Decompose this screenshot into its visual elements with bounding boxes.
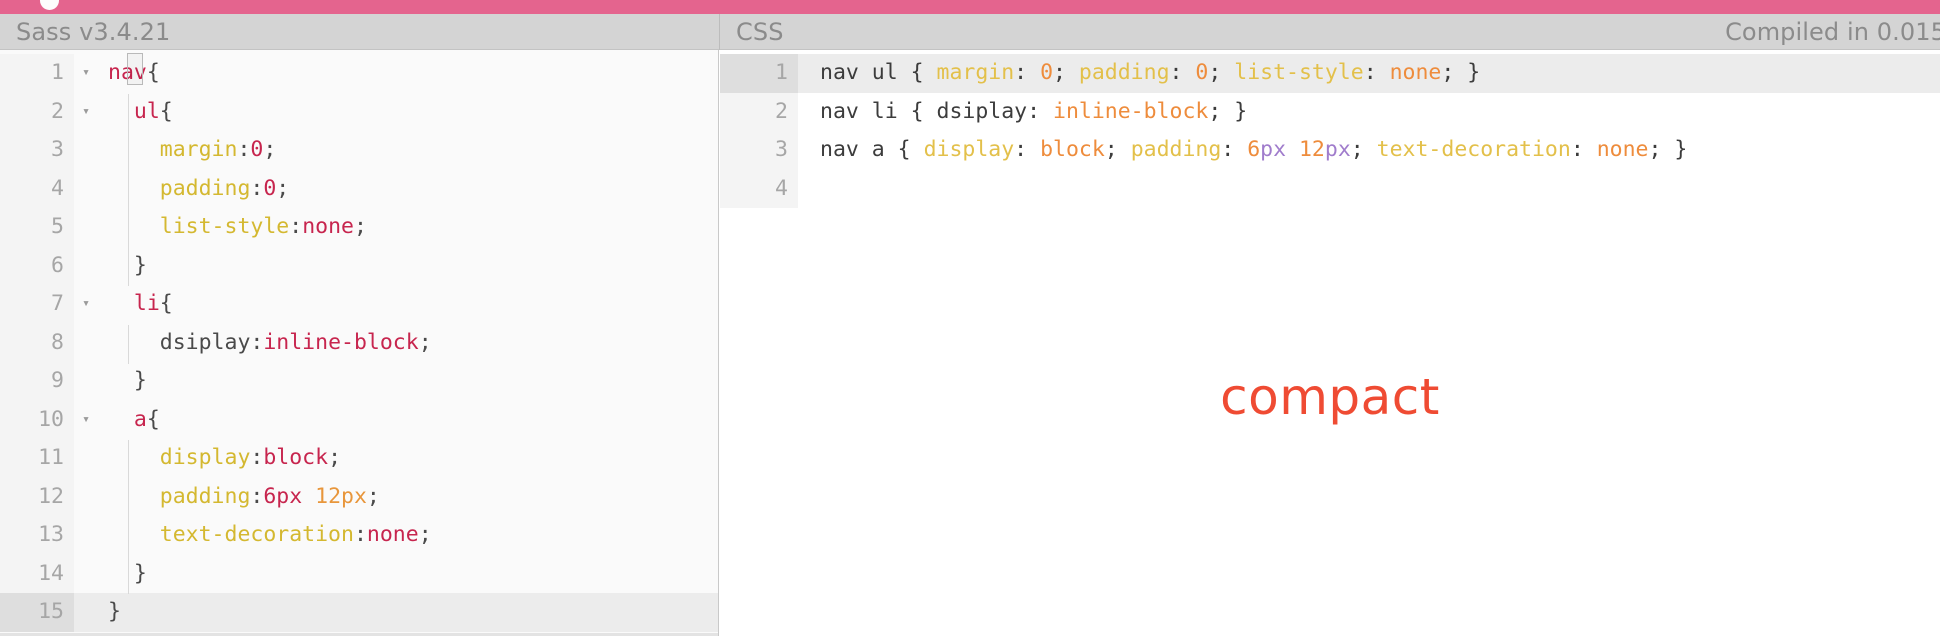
line-number: 2 bbox=[720, 92, 798, 131]
code-line[interactable]: 15} bbox=[0, 593, 719, 632]
code-line-text: } bbox=[133, 368, 147, 393]
code-line[interactable]: 4 padding:0; bbox=[0, 169, 719, 208]
code-line[interactable]: 13 text-decoration:none; bbox=[0, 516, 719, 555]
css-code-area: 1 nav ul { margin: 0; padding: 0; list-st… bbox=[720, 50, 1940, 208]
line-number: 1 bbox=[720, 54, 798, 93]
line-number: 13 bbox=[0, 516, 74, 555]
code-line-text: a{ bbox=[133, 406, 160, 432]
line-number: 6 bbox=[0, 246, 74, 285]
line-number: 12 bbox=[0, 477, 74, 516]
line-number: 5 bbox=[0, 208, 74, 247]
code-line[interactable]: 6 } bbox=[0, 246, 719, 285]
indent-guide bbox=[128, 440, 129, 594]
code-line-text: } bbox=[133, 560, 147, 586]
code-line-text: nav{ bbox=[108, 60, 160, 85]
line-number: 3 bbox=[720, 131, 798, 170]
code-line[interactable]: 1 nav ul { margin: 0; padding: 0; list-st… bbox=[720, 54, 1940, 93]
indent-guide bbox=[128, 94, 129, 286]
line-number: 4 bbox=[720, 169, 798, 208]
code-line-text: li{ bbox=[133, 291, 173, 316]
code-line-text: nav li { dsiplay: inline-block; } bbox=[820, 98, 1248, 124]
code-line[interactable]: 1 ▾ nav{ bbox=[0, 54, 719, 93]
code-line[interactable]: 2 ▾ ul{ bbox=[0, 92, 719, 132]
code-line[interactable]: 3 margin:0; bbox=[0, 131, 719, 170]
line-number: 15 bbox=[0, 593, 74, 632]
line-number: 11 bbox=[0, 439, 74, 478]
code-line-text: padding:0; bbox=[159, 175, 290, 201]
code-line-text: margin:0; bbox=[159, 137, 277, 162]
editors-area: 1 ▾ nav{2 ▾ ul{3 margin:0; 4 padding:0; 5 lis… bbox=[0, 50, 1940, 636]
line-number: 14 bbox=[0, 554, 74, 593]
header-divider bbox=[719, 14, 720, 50]
sass-playground-app: Sass v3.4.21 CSS Compiled in 0.015 1 ▾ nav… bbox=[0, 0, 1940, 636]
line-number: 7 bbox=[0, 285, 74, 324]
line-number: 2 bbox=[0, 92, 74, 131]
brand-bar bbox=[0, 0, 1940, 14]
sass-code-area[interactable]: 1 ▾ nav{2 ▾ ul{3 margin:0; 4 padding:0; 5 lis… bbox=[0, 50, 719, 632]
circle-logo-icon bbox=[40, 0, 59, 10]
code-line-text: } bbox=[108, 599, 121, 624]
fold-arrow-icon[interactable]: ▾ bbox=[74, 285, 98, 324]
code-line-text: list-style:none; bbox=[159, 214, 367, 239]
code-line[interactable]: 11 display:block; bbox=[0, 439, 719, 478]
code-line-text: padding:6px 12px; bbox=[159, 483, 380, 509]
compile-status-label: Compiled in 0.015 bbox=[1725, 18, 1940, 46]
panel-header-bar: Sass v3.4.21 CSS Compiled in 0.015 bbox=[0, 14, 1940, 50]
line-number: 3 bbox=[0, 131, 74, 170]
code-line[interactable]: 14 } bbox=[0, 554, 719, 593]
fold-arrow-icon[interactable]: ▾ bbox=[74, 54, 98, 93]
indent-guide bbox=[128, 325, 129, 364]
code-line[interactable]: 3 nav a { display: block; padding: 6px 12… bbox=[720, 131, 1940, 170]
code-line[interactable]: 7 ▾ li{ bbox=[0, 285, 719, 324]
line-number: 9 bbox=[0, 362, 74, 401]
line-number: 10 bbox=[0, 400, 74, 439]
code-line-text: ul{ bbox=[133, 98, 173, 124]
code-line[interactable]: 2 nav li { dsiplay: inline-block; } bbox=[720, 92, 1940, 131]
css-output-pane[interactable]: 1 nav ul { margin: 0; padding: 0; list-st… bbox=[720, 50, 1940, 636]
code-line-text: nav ul { margin: 0; padding: 0; list-sty… bbox=[820, 60, 1481, 85]
fold-arrow-icon[interactable]: ▾ bbox=[74, 401, 98, 440]
line-number: 4 bbox=[0, 169, 74, 208]
css-panel-label: CSS bbox=[736, 18, 784, 46]
code-line-text: } bbox=[133, 252, 147, 278]
code-line[interactable]: 4 bbox=[720, 169, 1940, 208]
line-number: 1 bbox=[0, 54, 74, 93]
fold-arrow-icon[interactable]: ▾ bbox=[74, 93, 98, 132]
code-line[interactable]: 5 list-style:none; bbox=[0, 208, 719, 247]
code-line-text: text-decoration:none; bbox=[159, 522, 432, 547]
code-line[interactable]: 8 dsiplay:inline-block; bbox=[0, 323, 719, 362]
sass-editor-pane[interactable]: 1 ▾ nav{2 ▾ ul{3 margin:0; 4 padding:0; 5 lis… bbox=[0, 50, 719, 636]
code-line-text: nav a { display: block; padding: 6px 12p… bbox=[820, 137, 1688, 162]
code-line[interactable]: 9 } bbox=[0, 362, 719, 401]
code-line-text: dsiplay:inline-block; bbox=[159, 329, 432, 355]
sass-version-label: Sass v3.4.21 bbox=[16, 18, 171, 46]
code-line[interactable]: 12 padding:6px 12px; bbox=[0, 477, 719, 516]
line-number: 8 bbox=[0, 323, 74, 362]
code-line[interactable]: 10 ▾ a{ bbox=[0, 400, 719, 440]
code-line-text: display:block; bbox=[159, 445, 342, 470]
